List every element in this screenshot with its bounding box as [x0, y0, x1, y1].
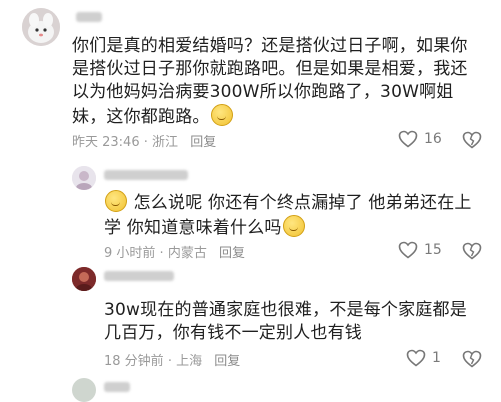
comment-location: 上海 [176, 354, 203, 369]
heart-outline-icon [398, 130, 418, 148]
comment-line: 怎么说呢 你还有个终点漏掉了 他弟弟还在上 [104, 190, 494, 215]
comment-meta: 9 小时前 · 内蒙古 回复 [104, 242, 245, 261]
comment-time: 昨天 23:46 [72, 135, 140, 150]
comment-line: 妹，这你都跑路。 [72, 104, 492, 129]
smiling-face-icon [282, 215, 305, 237]
comment-text: 你们是真的相爱结婚吗？还是搭伙过日子啊，如果你 是搭伙过日子那你就跑路吧。但是如… [72, 35, 492, 129]
comment-text: 30w现在的普通家庭也很难，不是每个家庭都是 几百万，你有钱不一定别人也有钱 [104, 299, 494, 345]
comment-text: 怎么说呢 你还有个终点漏掉了 他弟弟还在上 学 你知道意味着什么吗 [104, 190, 494, 240]
comment-time: 9 小时前 [104, 246, 156, 261]
separator: · [159, 246, 164, 261]
broken-heart-icon[interactable] [462, 350, 482, 368]
comment-location: 浙江 [152, 135, 179, 150]
comment-line: 30w现在的普通家庭也很难，不是每个家庭都是 [104, 300, 467, 320]
username-blurred[interactable] [76, 12, 102, 22]
username-blurred[interactable] [104, 271, 174, 281]
broken-heart-icon[interactable] [462, 131, 482, 149]
reply-button[interactable]: 回复 [219, 246, 245, 261]
comment-line: 以为他妈妈治病要300W所以你跑路了，30W啊姐 [72, 82, 454, 102]
username-blurred[interactable] [104, 382, 130, 392]
comment-meta: 昨天 23:46 · 浙江 回复 [72, 131, 216, 150]
comment-1: 你们是真的相爱结婚吗？还是搭伙过日子啊，如果你 是搭伙过日子那你就跑路吧。但是如… [0, 0, 501, 160]
comment-line: 学 你知道意味着什么吗 [104, 215, 494, 240]
avatar[interactable] [22, 8, 60, 46]
comment-location: 内蒙古 [167, 246, 207, 261]
avatar-image [72, 166, 96, 190]
avatar[interactable] [72, 378, 96, 402]
avatar[interactable] [72, 267, 96, 291]
comment-line: 你们是真的相爱结婚吗？还是搭伙过日子啊，如果你 [72, 36, 468, 56]
heart-outline-icon [398, 241, 418, 259]
heart-outline-icon [406, 349, 426, 367]
like-button[interactable]: 15 [398, 241, 442, 259]
comment-line: 几百万，你有钱不一定别人也有钱 [104, 323, 362, 343]
like-count: 15 [424, 242, 442, 258]
comment-time: 18 分钟前 [104, 354, 164, 369]
comment-3: 30w现在的普通家庭也很难，不是每个家庭都是 几百万，你有钱不一定别人也有钱 1… [0, 262, 501, 372]
comment-2: 怎么说呢 你还有个终点漏掉了 他弟弟还在上 学 你知道意味着什么吗 9 小时前 … [0, 160, 501, 261]
comment-meta: 18 分钟前 · 上海 回复 [104, 350, 240, 369]
comment-line: 是搭伙过日子那你就跑路吧。但是如果是相爱，我还 [72, 59, 468, 79]
like-count: 1 [432, 350, 441, 366]
like-button[interactable]: 1 [406, 349, 441, 367]
avatar[interactable] [72, 166, 96, 190]
comment-4-partial [0, 376, 501, 402]
smiling-face-icon [210, 104, 233, 126]
smiling-face-icon [105, 190, 127, 212]
separator: · [143, 135, 148, 150]
separator: · [167, 354, 172, 369]
avatar-image [22, 8, 60, 46]
avatar-image [72, 267, 96, 291]
like-count: 16 [424, 131, 442, 147]
reply-button[interactable]: 回复 [190, 135, 216, 150]
reply-button[interactable]: 回复 [214, 354, 240, 369]
like-button[interactable]: 16 [398, 130, 442, 148]
broken-heart-icon[interactable] [462, 242, 482, 260]
username-blurred[interactable] [104, 170, 188, 180]
